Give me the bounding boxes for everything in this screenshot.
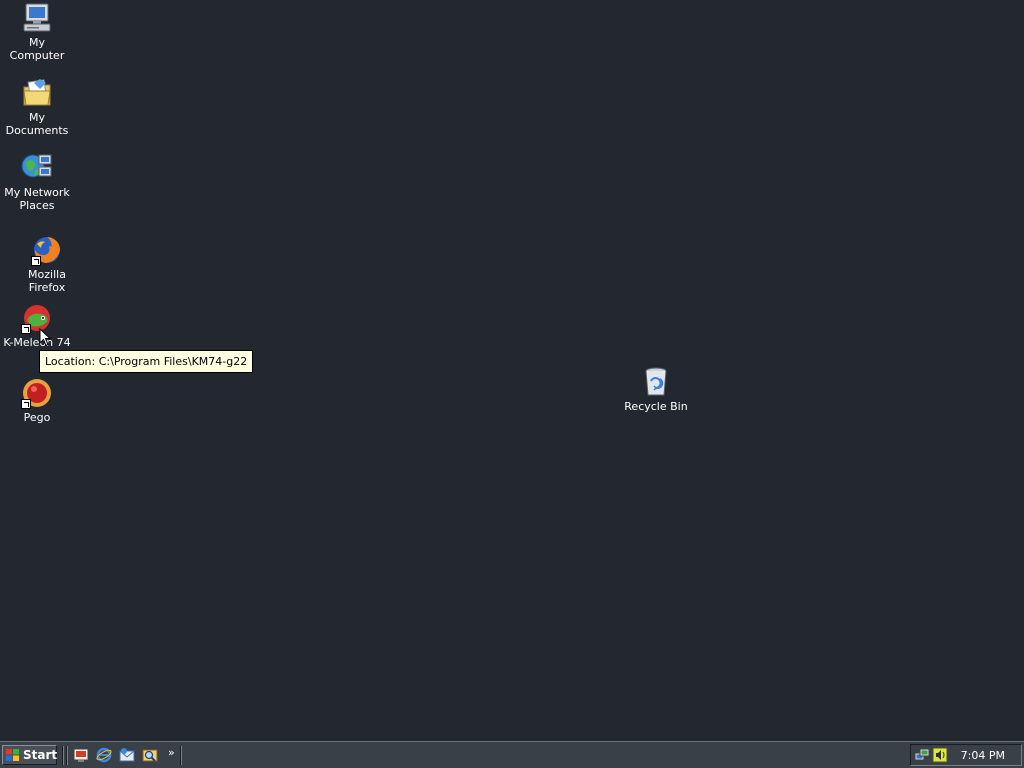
icon-label: Recycle Bin [624,400,688,413]
shortcut-arrow-icon [21,324,31,334]
icon-label: K-Meleon 74 [3,336,71,349]
outlook-express-icon[interactable] [119,747,135,763]
mouse-pointer-icon [39,328,52,347]
my-documents-shortcut[interactable]: My Documents [0,77,74,137]
recycle-bin-shortcut[interactable]: Recycle Bin [619,366,693,413]
pego-shortcut[interactable]: Pego [0,377,74,424]
recycle-bin-icon [640,366,672,398]
firefox-icon [31,234,63,266]
icon-label: My Network Places [4,186,70,212]
my-documents-icon [21,77,53,109]
shortcut-arrow-icon [21,399,31,409]
taskbar-separator [62,746,64,765]
start-button[interactable]: Start [2,745,57,765]
windows-logo-icon [6,749,19,761]
my-computer-shortcut[interactable]: My Computer [0,2,74,62]
quick-launch-overflow-button[interactable]: » [168,746,175,759]
icon-label: Pego [23,411,51,424]
k-meleon-shortcut[interactable]: K-Meleon 74 [0,302,74,349]
volume-icon[interactable] [932,747,948,763]
shortcut-arrow-icon [31,256,41,266]
taskbar: Start » 7:04 PM [0,741,1024,768]
taskbar-separator [180,746,182,765]
network-places-icon [21,152,53,184]
my-computer-icon [21,2,53,34]
search-icon[interactable] [142,747,158,763]
icon-label: My Documents [5,111,69,137]
taskbar-separator [66,746,68,765]
icon-label: My Computer [9,36,65,62]
network-places-shortcut[interactable]: My Network Places [0,152,74,212]
network-icon[interactable] [914,747,930,763]
system-tray: 7:04 PM [910,744,1022,766]
desktop[interactable]: My Computer My Documents My Network Plac… [0,0,1024,741]
pego-icon [21,377,53,409]
show-desktop-icon[interactable] [73,747,89,763]
start-label: Start [23,748,58,762]
icon-label: Mozilla Firefox [28,268,66,294]
location-tooltip: Location: C:\Program Files\KM74-g22 [39,350,254,373]
firefox-shortcut[interactable]: Mozilla Firefox [10,234,84,294]
internet-explorer-icon[interactable] [96,747,112,763]
clock[interactable]: 7:04 PM [961,749,1005,762]
